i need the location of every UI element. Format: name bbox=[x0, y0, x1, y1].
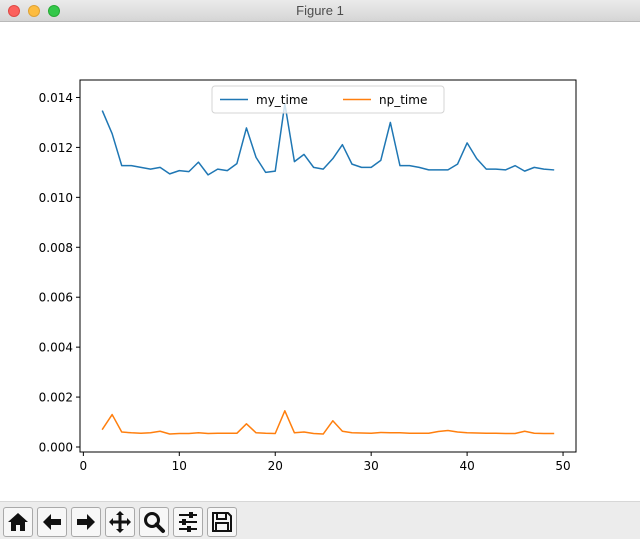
navigation-toolbar bbox=[0, 501, 640, 539]
y-tick-label: 0.010 bbox=[39, 191, 73, 205]
x-tick-label: 20 bbox=[268, 459, 283, 473]
save-button[interactable] bbox=[207, 507, 237, 537]
y-tick-label: 0.012 bbox=[39, 141, 73, 155]
floppy-disk-icon bbox=[212, 512, 232, 532]
y-tick-label: 0.008 bbox=[39, 241, 73, 255]
y-tick-label: 0.002 bbox=[39, 391, 73, 405]
x-tick-label: 30 bbox=[364, 459, 379, 473]
zoom-button[interactable] bbox=[139, 507, 169, 537]
forward-button[interactable] bbox=[71, 507, 101, 537]
x-tick-label: 10 bbox=[172, 459, 187, 473]
line-chart[interactable]: 0 10 20 30 40 50 0.000 0.002 0.004 0.006 0.008 0.01… bbox=[0, 22, 640, 501]
move-icon bbox=[109, 511, 131, 533]
x-tick-label: 0 bbox=[80, 459, 88, 473]
home-icon bbox=[8, 513, 28, 531]
back-button[interactable] bbox=[37, 507, 67, 537]
y-tick-label: 0.000 bbox=[39, 441, 73, 455]
x-tick-label: 50 bbox=[555, 459, 570, 473]
window-title: Figure 1 bbox=[296, 3, 344, 18]
home-button[interactable] bbox=[3, 507, 33, 537]
figure-window: Figure 1 0 10 20 30 40 50 0.000 0.002 0.004 0.006… bbox=[0, 0, 640, 539]
y-tick-label: 0.004 bbox=[39, 341, 73, 355]
arrow-left-icon bbox=[43, 514, 61, 530]
configure-subplots-button[interactable] bbox=[173, 507, 203, 537]
y-tick-label: 0.006 bbox=[39, 291, 73, 305]
legend-label-my-time: my_time bbox=[256, 93, 308, 107]
x-tick-label: 40 bbox=[459, 459, 474, 473]
sliders-icon bbox=[179, 512, 197, 532]
legend-label-np-time: np_time bbox=[379, 93, 427, 107]
arrow-right-icon bbox=[77, 514, 95, 530]
y-tick-label: 0.014 bbox=[39, 91, 73, 105]
magnifier-icon bbox=[144, 512, 165, 533]
title-bar: Figure 1 bbox=[0, 0, 640, 22]
pan-button[interactable] bbox=[105, 507, 135, 537]
plot-area bbox=[80, 80, 576, 452]
